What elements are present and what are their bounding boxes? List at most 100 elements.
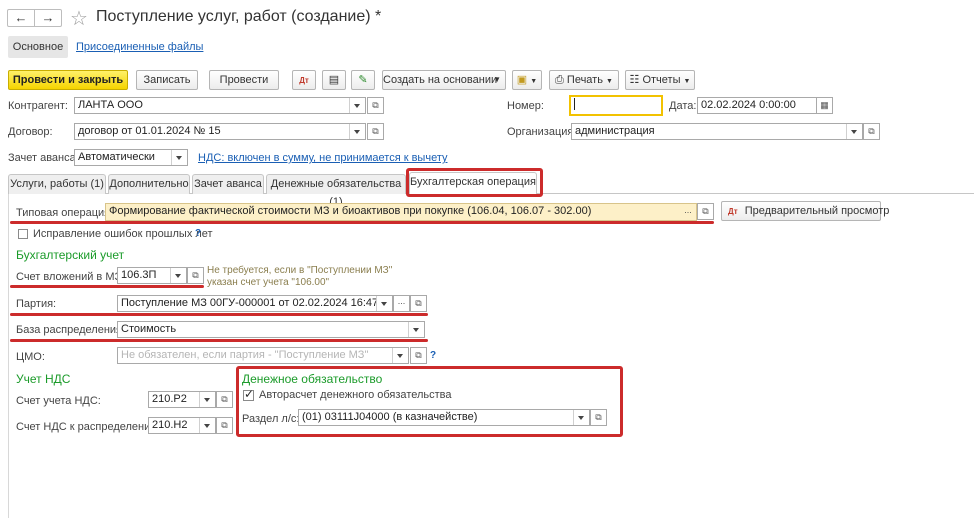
contractor-label: Контрагент: <box>8 100 68 112</box>
base-label: База распределения: <box>16 324 126 336</box>
dropdown-arrow-icon[interactable] <box>199 418 215 433</box>
invest-account-label: Счет вложений в МЗ: <box>16 271 125 283</box>
obligation-section-title: Денежное обязательство <box>242 372 383 386</box>
dropdown-arrow-icon[interactable] <box>199 392 215 407</box>
date-input[interactable]: 02.02.2024 0:00:00 <box>697 97 817 114</box>
advance-label: Зачет аванса: <box>8 152 79 164</box>
vat-distr-open-button[interactable]: ⧉ <box>216 417 233 434</box>
arrow-right-icon: → <box>41 10 55 25</box>
preview-button[interactable]: Дт Предварительный просмотр <box>721 201 889 221</box>
batch-field[interactable]: Поступление МЗ 00ГУ-000001 от 02.02.2024… <box>117 295 393 312</box>
back-button[interactable]: ← <box>7 9 35 27</box>
attach-button[interactable]: ▣ ▼ <box>512 70 542 90</box>
arrow-left-icon: ← <box>14 10 28 25</box>
vat-section-title: Учет НДС <box>16 372 71 386</box>
section-ls-open-button[interactable]: ⧉ <box>590 409 607 426</box>
chevron-down-icon: ▼ <box>493 75 501 84</box>
batch-select-button[interactable]: ... <box>393 295 410 312</box>
window-title: Поступление услуг, работ (создание) * <box>96 8 382 25</box>
auto-obligation-label: Авторасчет денежного обязательства <box>259 389 452 401</box>
batch-underline <box>10 313 428 316</box>
vat-link[interactable]: НДС: включен в сумму, не принимается к в… <box>198 152 447 164</box>
content-left-border <box>8 194 9 518</box>
batch-open-button[interactable]: ⧉ <box>410 295 427 312</box>
contractor-open-button[interactable]: ⧉ <box>367 97 384 114</box>
dt-kt-button[interactable]: Дт <box>292 70 316 90</box>
printer-icon: ⎙ <box>555 74 564 86</box>
accounting-tab-highlight <box>406 168 543 197</box>
auto-obligation-checkbox[interactable]: ✓ <box>243 387 254 401</box>
forward-button[interactable]: → <box>34 9 62 27</box>
report-icon: ☷ <box>629 74 640 86</box>
chevron-down-icon: ▼ <box>606 78 613 85</box>
sign-button[interactable]: ✎ <box>351 70 375 90</box>
vat-account-open-button[interactable]: ⧉ <box>216 391 233 408</box>
vat-account-label: Счет учета НДС: <box>16 395 101 407</box>
dt-kt-icon: Дт <box>299 76 309 85</box>
dt-kt-icon: Дт <box>728 207 738 216</box>
vat-account-field[interactable]: 210.Р2 <box>148 391 216 408</box>
invest-account-underline <box>10 285 204 288</box>
operation-field[interactable]: Формирование фактической стоимости МЗ и … <box>105 203 697 221</box>
cmo-field[interactable]: Не обязателен, если партия - "Поступлени… <box>117 347 409 364</box>
dropdown-arrow-icon[interactable] <box>376 296 392 311</box>
dropdown-arrow-icon[interactable] <box>846 124 862 139</box>
tab-obligations[interactable]: Денежные обязательства (1) <box>266 174 406 208</box>
date-label: Дата: <box>669 100 697 112</box>
attached-files-link[interactable]: Присоединенные файлы <box>76 41 203 53</box>
dropdown-arrow-icon[interactable] <box>349 124 365 139</box>
pen-icon: ✎ <box>358 74 368 86</box>
vat-distr-field[interactable]: 210.Н2 <box>148 417 216 434</box>
print-button[interactable]: ⎙ Печать ▼ <box>549 70 619 90</box>
post-close-button[interactable]: Провести и закрыть <box>8 70 128 90</box>
help-icon[interactable]: ? <box>195 228 201 239</box>
list-button[interactable]: ▤ <box>322 70 346 90</box>
tab-advance[interactable]: Зачет аванса <box>192 174 264 194</box>
save-button[interactable]: Записать <box>136 70 198 90</box>
invest-account-hint: Не требуется, если в "Поступлении МЗ" ук… <box>207 265 393 288</box>
contract-field[interactable]: договор от 01.01.2024 № 15 <box>74 123 366 140</box>
number-label: Номер: <box>507 100 544 112</box>
dropdown-arrow-icon[interactable] <box>349 98 365 113</box>
text-cursor <box>574 98 575 111</box>
number-input[interactable] <box>569 95 663 116</box>
post-button[interactable]: Провести <box>209 70 279 90</box>
favorite-star-icon[interactable]: ☆ <box>70 6 88 31</box>
operation-label: Типовая операция: <box>16 207 114 219</box>
accounting-section-title: Бухгалтерский учет <box>16 248 125 262</box>
chevron-down-icon: ▼ <box>530 78 538 85</box>
operation-underline <box>10 221 714 224</box>
cmo-open-button[interactable]: ⧉ <box>410 347 427 364</box>
tab-main[interactable]: Основное <box>8 36 68 58</box>
section-ls-label: Раздел л/с: <box>242 413 300 425</box>
dropdown-arrow-icon[interactable] <box>392 348 408 363</box>
create-based-button[interactable]: Создать на основании ▼ <box>382 70 506 90</box>
folder-icon: ▣ <box>516 74 528 86</box>
contract-label: Договор: <box>8 126 53 138</box>
tab-additional[interactable]: Дополнительно <box>108 174 190 194</box>
org-field[interactable]: администрация <box>571 123 863 140</box>
org-open-button[interactable]: ⧉ <box>863 123 880 140</box>
advance-select[interactable]: Автоматически <box>74 149 188 166</box>
batch-label: Партия: <box>16 298 57 310</box>
calendar-button[interactable]: ▦ <box>816 97 833 114</box>
fix-errors-checkbox[interactable] <box>18 229 28 239</box>
dropdown-arrow-icon[interactable] <box>573 410 589 425</box>
reports-button[interactable]: ☷ Отчеты ▼ <box>625 70 695 90</box>
contractor-field[interactable]: ЛАНТА ООО <box>74 97 366 114</box>
invest-account-open-button[interactable]: ⧉ <box>187 267 204 284</box>
fix-errors-label: Исправление ошибок прошлых лет <box>33 228 213 240</box>
base-select[interactable]: Стоимость <box>117 321 425 338</box>
operation-select-button[interactable]: ... <box>680 204 696 220</box>
operation-open-button[interactable]: ⧉ <box>697 203 714 220</box>
dropdown-arrow-icon[interactable] <box>408 322 424 337</box>
invest-account-field[interactable]: 106.3П <box>117 267 187 284</box>
dropdown-arrow-icon[interactable] <box>171 150 187 165</box>
org-label: Организация: <box>507 126 577 138</box>
section-ls-field[interactable]: (01) 03111J04000 (в казначействе) <box>298 409 590 426</box>
tab-services[interactable]: Услуги, работы (1) <box>8 174 106 194</box>
help-icon[interactable]: ? <box>430 350 436 361</box>
dropdown-arrow-icon[interactable] <box>170 268 186 283</box>
contract-open-button[interactable]: ⧉ <box>367 123 384 140</box>
vat-distr-label: Счет НДС к распределению: <box>16 421 162 433</box>
